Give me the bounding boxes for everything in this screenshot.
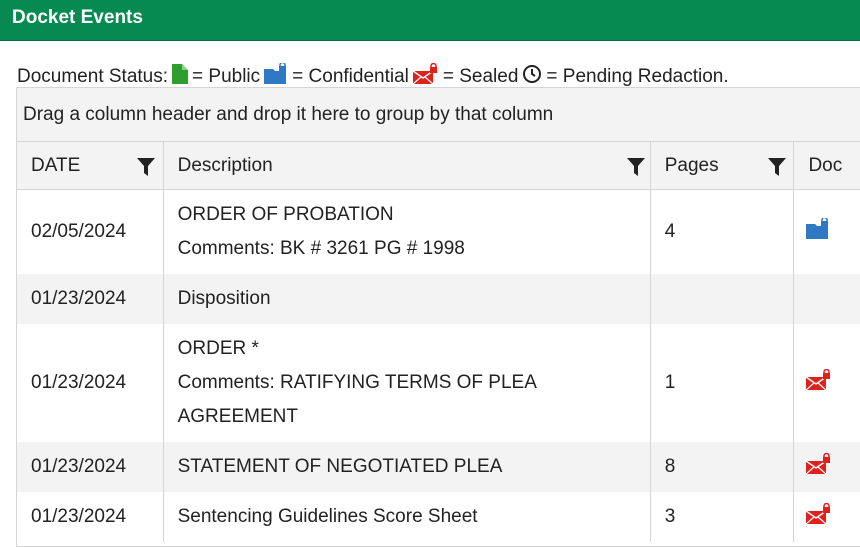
cell-date: 02/05/2024 bbox=[17, 189, 164, 274]
description-line: ORDER OF PROBATION bbox=[177, 203, 394, 225]
legend-confidential: = Confidential bbox=[292, 66, 409, 87]
cell-doc bbox=[794, 324, 860, 442]
docket-table: DATE Description Pages Doc 02/05/2024 OR… bbox=[17, 142, 860, 542]
description-comments: Comments: RATIFYING TERMS OF PLEA bbox=[177, 371, 537, 393]
legend-sealed: = Sealed bbox=[442, 66, 519, 87]
cell-date: 01/23/2024 bbox=[17, 491, 164, 542]
table-row[interactable]: 01/23/2024 ORDER * Comments: RATIFYING T… bbox=[17, 323, 860, 442]
cell-description: STATEMENT OF NEGOTIATED PLEA bbox=[163, 441, 651, 492]
legend-pending: = Pending Redaction. bbox=[546, 66, 729, 87]
table-header-row: DATE Description Pages Doc bbox=[17, 142, 860, 190]
group-by-drop-zone[interactable]: Drag a column header and drop it here to… bbox=[17, 88, 860, 142]
column-header-pages[interactable]: Pages bbox=[650, 142, 795, 190]
cell-description: Disposition bbox=[163, 273, 651, 324]
docket-events-header: Docket Events bbox=[0, 0, 860, 41]
filter-icon[interactable] bbox=[626, 158, 645, 182]
column-label-pages: Pages bbox=[664, 155, 719, 176]
confidential-document-icon[interactable] bbox=[806, 216, 830, 245]
table-row[interactable]: 02/05/2024 ORDER OF PROBATION Comments: … bbox=[17, 189, 860, 274]
column-label-description: Description bbox=[177, 155, 273, 176]
cell-description: ORDER OF PROBATION Comments: BK # 3261 P… bbox=[163, 189, 651, 274]
table-row[interactable]: 01/23/2024 Sentencing Guidelines Score S… bbox=[17, 491, 860, 542]
legend-public: = Public bbox=[192, 66, 261, 87]
description-comments: Comments: BK # 3261 PG # 1998 bbox=[177, 237, 465, 259]
column-header-doc[interactable]: Doc bbox=[793, 142, 860, 190]
filter-icon[interactable] bbox=[767, 158, 786, 182]
table-row[interactable]: 01/23/2024 Disposition bbox=[17, 273, 860, 324]
column-header-description[interactable]: Description bbox=[163, 142, 651, 190]
cell-pages: 8 bbox=[650, 441, 795, 492]
description-line: Sentencing Guidelines Score Sheet bbox=[177, 505, 478, 527]
filter-icon[interactable] bbox=[137, 158, 155, 182]
description-line: ORDER * bbox=[177, 337, 259, 359]
docket-grid: Drag a column header and drop it here to… bbox=[16, 87, 860, 547]
cell-doc bbox=[794, 492, 860, 542]
cell-description: Sentencing Guidelines Score Sheet bbox=[163, 491, 651, 542]
group-by-hint: Drag a column header and drop it here to… bbox=[23, 104, 554, 125]
legend-prefix: Document Status: bbox=[17, 66, 169, 87]
sealed-document-icon[interactable] bbox=[806, 368, 832, 396]
cell-pages: 1 bbox=[650, 323, 795, 442]
cell-doc bbox=[794, 190, 860, 274]
cell-date: 01/23/2024 bbox=[17, 441, 164, 492]
cell-pages bbox=[650, 273, 795, 324]
column-label-date: DATE bbox=[31, 155, 81, 176]
cell-pages: 3 bbox=[650, 491, 795, 542]
cell-doc bbox=[793, 441, 860, 492]
sealed-document-icon[interactable] bbox=[806, 452, 832, 480]
table-row[interactable]: 01/23/2024 STATEMENT OF NEGOTIATED PLEA … bbox=[17, 441, 860, 492]
description-line: STATEMENT OF NEGOTIATED PLEA bbox=[177, 455, 503, 477]
description-comments-continued: AGREEMENT bbox=[177, 405, 298, 427]
column-header-date[interactable]: DATE bbox=[17, 142, 164, 190]
cell-pages: 4 bbox=[650, 189, 795, 274]
cell-date: 01/23/2024 bbox=[17, 323, 164, 442]
cell-doc bbox=[793, 273, 860, 324]
page-title: Docket Events bbox=[12, 7, 143, 28]
cell-date: 01/23/2024 bbox=[17, 273, 164, 324]
sealed-document-icon[interactable] bbox=[806, 502, 832, 530]
cell-description: ORDER * Comments: RATIFYING TERMS OF PLE… bbox=[163, 323, 651, 442]
description-line: Disposition bbox=[177, 287, 271, 309]
column-label-doc: Doc bbox=[808, 155, 843, 176]
